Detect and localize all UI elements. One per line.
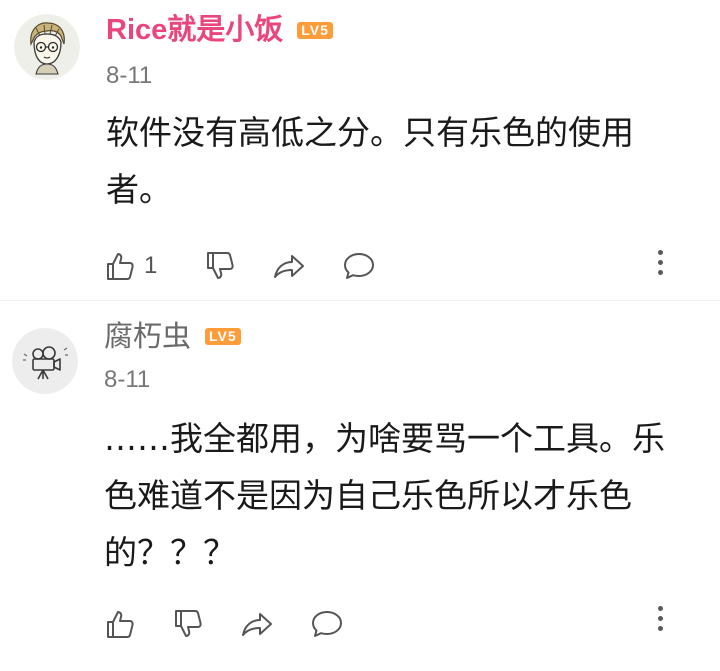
username[interactable]: Rice就是小饭 — [106, 15, 283, 45]
share-button[interactable] — [240, 602, 310, 646]
more-options-button[interactable] — [648, 240, 672, 284]
comment-item: Rice就是小饭 LV5 8-11 软件没有高低之分。只有乐色的使用者。 1 — [0, 0, 720, 300]
more-options-button[interactable] — [648, 596, 672, 640]
comment-actions — [104, 602, 350, 646]
thumbs-down-icon — [175, 610, 202, 637]
reply-button[interactable] — [310, 602, 350, 646]
vertical-ellipsis-icon — [657, 615, 663, 621]
comment-date: 8-11 — [106, 62, 153, 89]
username-row: 腐朽虫 LV5 — [104, 316, 241, 356]
vertical-ellipsis-icon — [657, 625, 663, 631]
chat-bubble-icon — [344, 253, 374, 279]
thumbs-up-icon — [107, 611, 134, 638]
cartoon-person-avatar-icon — [14, 14, 80, 80]
thumbs-up-icon — [107, 253, 134, 280]
vertical-ellipsis-icon — [657, 259, 663, 265]
reply-button[interactable] — [342, 244, 382, 288]
user-avatar[interactable] — [14, 14, 80, 80]
username-row: Rice就是小饭 LV5 — [106, 8, 333, 52]
comment-actions: 1 — [104, 244, 382, 288]
user-avatar[interactable] — [12, 328, 78, 394]
share-button[interactable] — [272, 244, 342, 288]
comment-date: 8-11 — [104, 366, 151, 393]
dislike-button[interactable] — [204, 244, 272, 288]
vertical-ellipsis-icon — [657, 269, 663, 275]
chat-bubble-icon — [312, 611, 342, 637]
share-arrow-icon — [274, 255, 304, 278]
like-button[interactable] — [104, 602, 172, 646]
share-arrow-icon — [242, 613, 272, 636]
like-count: 1 — [144, 252, 158, 279]
vertical-ellipsis-icon — [657, 605, 663, 611]
level-badge: LV5 — [205, 327, 241, 345]
camera-avatar-icon — [12, 328, 78, 394]
like-button[interactable]: 1 — [104, 244, 204, 288]
comment-item: 腐朽虫 LV5 8-11 ……我全都用，为啥要骂一个工具。乐色难道不是因为自己乐… — [0, 300, 720, 671]
thumbs-down-icon — [207, 252, 234, 279]
username[interactable]: 腐朽虫 — [104, 321, 191, 351]
comment-text: ……我全都用，为啥要骂一个工具。乐色难道不是因为自己乐色所以才乐色的？？？ — [104, 419, 665, 572]
comment-text: 软件没有高低之分。只有乐色的使用者。 — [106, 113, 634, 209]
vertical-ellipsis-icon — [657, 249, 663, 255]
level-badge: LV5 — [297, 21, 333, 39]
dislike-button[interactable] — [172, 602, 240, 646]
